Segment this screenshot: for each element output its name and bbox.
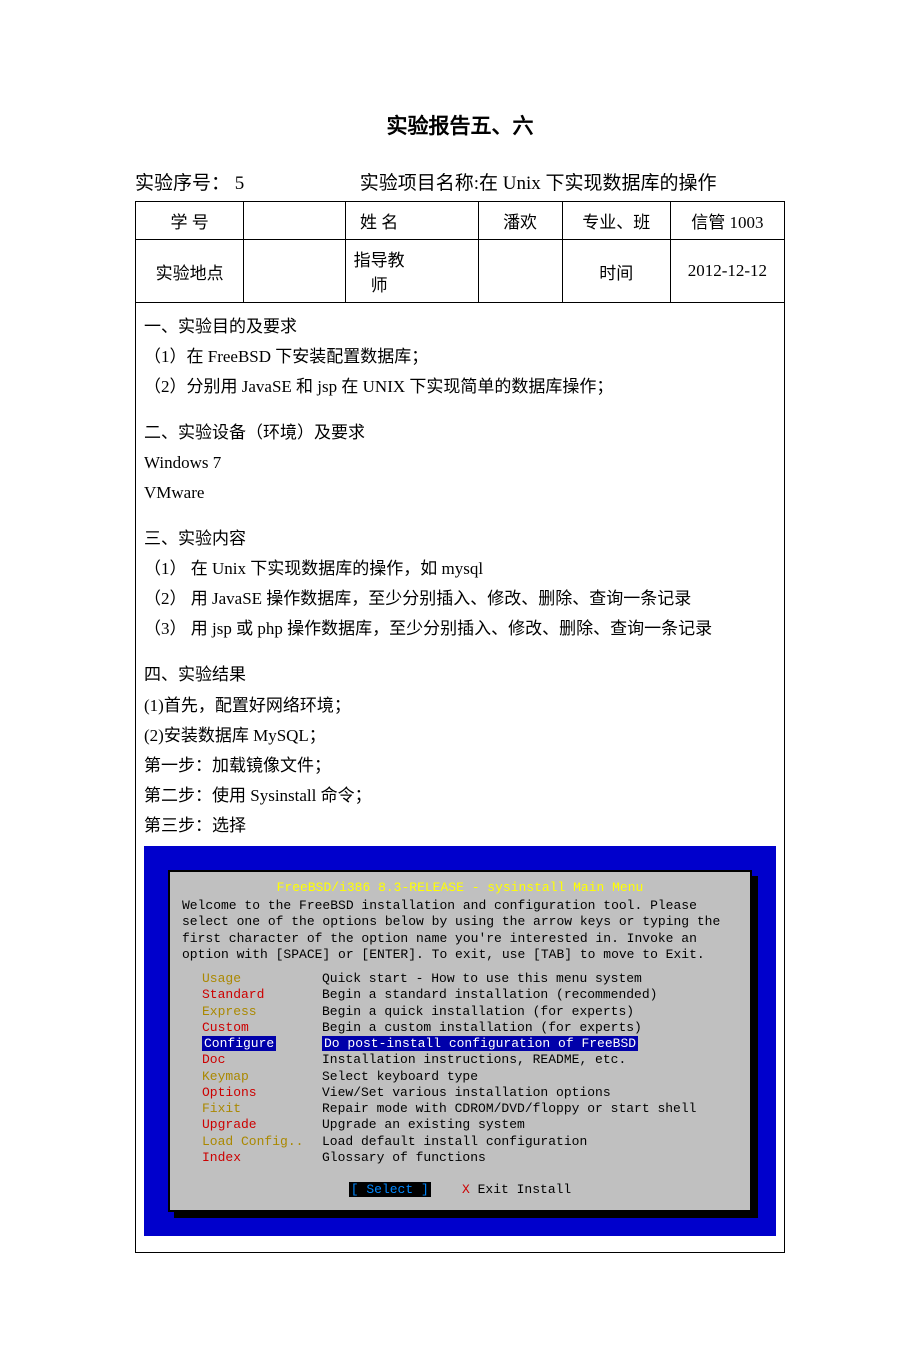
terminal-screenshot: FreeBSD/i386 8.3-RELEASE - sysinstall Ma…	[144, 846, 776, 1237]
section-1-item: （1）在 FreeBSD 下安装配置数据库；	[144, 343, 776, 371]
exit-x-icon: X	[462, 1182, 470, 1197]
section-2-item: VMware	[144, 479, 776, 507]
menu-item[interactable]: ExpressBegin a quick installation (for e…	[202, 1004, 738, 1020]
menu-item[interactable]: FixitRepair mode with CDROM/DVD/floppy o…	[202, 1101, 738, 1117]
section-4-item: 第一步：加载镜像文件；	[144, 752, 776, 780]
section-3-item: （3） 用 jsp 或 php 操作数据库，至少分别插入、修改、删除、查询一条记…	[144, 615, 776, 643]
document-title: 实验报告五、六	[135, 110, 785, 140]
section-4-item: (2)安装数据库 MySQL；	[144, 722, 776, 750]
label-teacher: 指导教师	[346, 240, 412, 303]
value-student-id	[244, 202, 346, 240]
menu-item[interactable]: ConfigureDo post-install configuration o…	[202, 1036, 738, 1052]
value-time: 2012-12-12	[670, 240, 784, 303]
document-body: 一、实验目的及要求 （1）在 FreeBSD 下安装配置数据库； （2）分别用 …	[136, 303, 785, 1253]
menu-item[interactable]: StandardBegin a standard installation (r…	[202, 987, 738, 1003]
menu-item[interactable]: KeymapSelect keyboard type	[202, 1069, 738, 1085]
label-time: 时间	[562, 240, 670, 303]
section-2-heading: 二、实验设备（环境）及要求	[144, 419, 776, 447]
experiment-name: 实验项目名称:在 Unix 下实现数据库的操作	[360, 168, 717, 195]
label-name-a: 姓 名	[346, 202, 412, 240]
value-location	[244, 240, 346, 303]
menu-item[interactable]: IndexGlossary of functions	[202, 1150, 738, 1166]
section-4-item: 第三步：选择	[144, 812, 776, 840]
menu-list[interactable]: UsageQuick start - How to use this menu …	[202, 971, 738, 1166]
select-button[interactable]: [ Select ]	[349, 1182, 431, 1197]
label-class: 专业、班	[562, 202, 670, 240]
section-1-item: （2）分别用 JavaSE 和 jsp 在 UNIX 下实现简单的数据库操作；	[144, 373, 776, 401]
sysinstall-dialog: FreeBSD/i386 8.3-RELEASE - sysinstall Ma…	[168, 870, 752, 1213]
dialog-title: FreeBSD/i386 8.3-RELEASE - sysinstall Ma…	[182, 880, 738, 896]
info-table: 学 号 姓 名 潘欢 专业、班 信管 1003 实验地点 指导教师 时间 201…	[135, 201, 785, 1253]
menu-item[interactable]: OptionsView/Set various installation opt…	[202, 1085, 738, 1101]
menu-item[interactable]: UpgradeUpgrade an existing system	[202, 1117, 738, 1133]
exit-button[interactable]: Exit Install	[478, 1182, 572, 1197]
value-name: 潘欢	[478, 202, 562, 240]
menu-item[interactable]: DocInstallation instructions, README, et…	[202, 1052, 738, 1068]
dialog-buttons: [ Select ] X Exit Install	[182, 1178, 738, 1202]
menu-item[interactable]: UsageQuick start - How to use this menu …	[202, 971, 738, 987]
label-student-id: 学 号	[136, 202, 244, 240]
section-3-item: （2） 用 JavaSE 操作数据库，至少分别插入、修改、删除、查询一条记录	[144, 585, 776, 613]
table-row: 学 号 姓 名 潘欢 专业、班 信管 1003	[136, 202, 785, 240]
section-4-item: 第二步：使用 Sysinstall 命令；	[144, 782, 776, 810]
experiment-number: 实验序号： 5	[135, 168, 355, 195]
section-3-heading: 三、实验内容	[144, 525, 776, 553]
table-row: 实验地点 指导教师 时间 2012-12-12	[136, 240, 785, 303]
section-3-item: （1） 在 Unix 下实现数据库的操作，如 mysql	[144, 555, 776, 583]
value-teacher	[478, 240, 562, 303]
label-location: 实验地点	[136, 240, 244, 303]
section-4-heading: 四、实验结果	[144, 661, 776, 689]
menu-item[interactable]: Load Config..Load default install config…	[202, 1134, 738, 1150]
section-1-heading: 一、实验目的及要求	[144, 313, 776, 341]
section-4-item: (1)首先，配置好网络环境；	[144, 692, 776, 720]
dialog-intro: Welcome to the FreeBSD installation and …	[182, 898, 738, 963]
subtitle-row: 实验序号： 5 实验项目名称:在 Unix 下实现数据库的操作	[135, 168, 785, 195]
value-class: 信管 1003	[670, 202, 784, 240]
menu-item[interactable]: CustomBegin a custom installation (for e…	[202, 1020, 738, 1036]
section-2-item: Windows 7	[144, 449, 776, 477]
